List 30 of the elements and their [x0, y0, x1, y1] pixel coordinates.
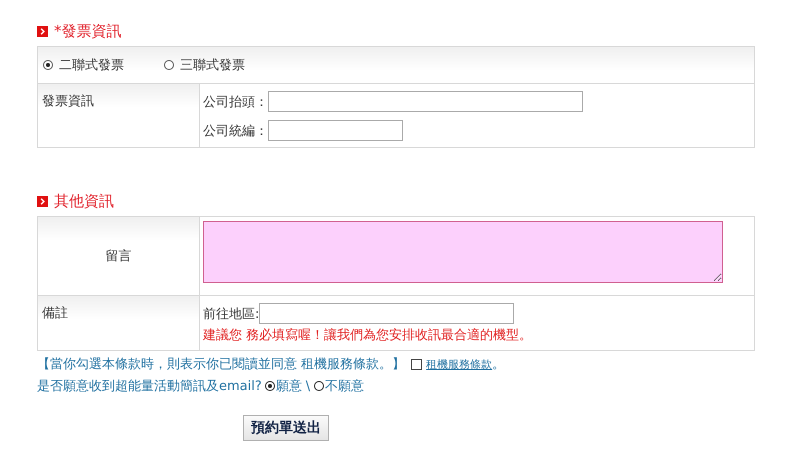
- option-label: 不願意: [325, 378, 364, 395]
- radio-button[interactable]: [43, 60, 53, 70]
- field-label: 公司統編：: [203, 122, 268, 140]
- radio-button[interactable]: [314, 381, 324, 391]
- field-label: 前往地區:: [203, 306, 260, 322]
- input-field[interactable]: [268, 91, 583, 112]
- section-title: *發票資訊: [54, 22, 122, 40]
- option-label: 願意: [276, 378, 302, 395]
- option-label: 三聯式發票: [180, 57, 245, 74]
- row-label: 備註: [42, 306, 68, 321]
- email-question: 是否願意收到超能量活動簡訊及email?: [37, 378, 262, 395]
- terms-text: 【當你勾選本條款時，則表示你已閱讀並同意 租機服務條款。】: [37, 356, 406, 373]
- region-field[interactable]: [259, 303, 514, 324]
- field-label: 公司抬頭：: [203, 94, 268, 110]
- terms-checkbox[interactable]: [411, 358, 422, 370]
- row-label: 留言: [106, 248, 132, 265]
- radio-button[interactable]: [264, 381, 275, 391]
- input-field[interactable]: [268, 120, 403, 141]
- message-field[interactable]: [203, 221, 723, 283]
- period-text: 。: [492, 356, 506, 373]
- submit-button[interactable]: 預約單送出: [243, 415, 329, 441]
- terms-link[interactable]: 租機服務條款: [426, 356, 492, 372]
- hint-text: 建議您 務必填寫喔！讓我們為您安排收訊最合適的機型。: [203, 327, 534, 344]
- row-label: 發票資訊: [42, 94, 94, 109]
- radio-button[interactable]: [164, 60, 174, 70]
- chevron-icon: [37, 196, 48, 206]
- chevron-icon: [37, 26, 48, 36]
- separator-text: \: [306, 378, 310, 394]
- section-title: 其他資訊: [54, 192, 114, 210]
- option-label: 二聯式發票: [59, 57, 124, 74]
